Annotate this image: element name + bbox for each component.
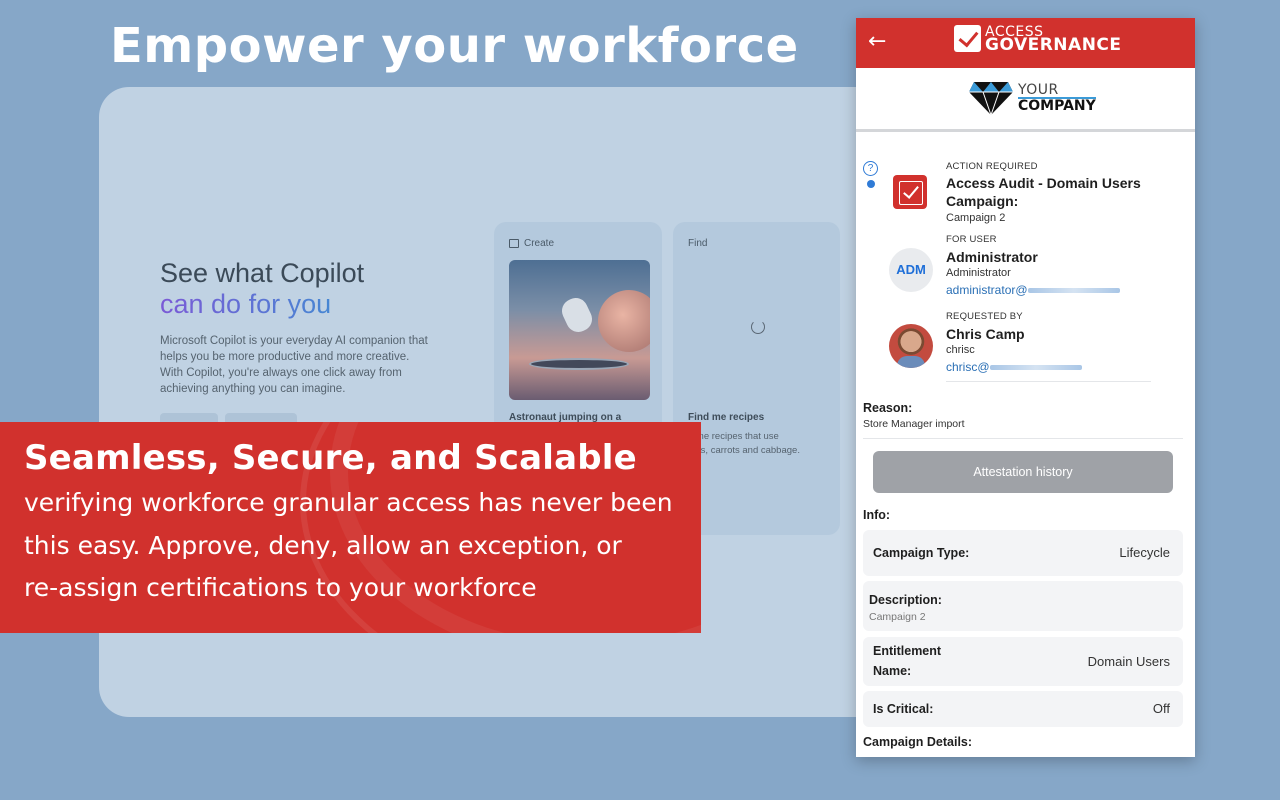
- loading-spinner-icon: [751, 320, 765, 334]
- copilot-title-line1: See what Copilot: [160, 258, 365, 288]
- reason-value: Store Manager import: [863, 418, 965, 430]
- campaign-type-key: Campaign Type:: [873, 546, 970, 560]
- company-bottom: COMPANY: [1018, 97, 1096, 114]
- description-row: Description: Campaign 2: [863, 581, 1183, 631]
- campaign-type-value: Lifecycle: [1119, 545, 1170, 560]
- is-critical-value: Off: [1152, 701, 1170, 716]
- redacted-text: [1027, 288, 1120, 294]
- entitlement-key: Entitlement Name:: [873, 644, 942, 678]
- requester-name: Chris Camp: [946, 326, 1025, 342]
- astronaut-image: [509, 260, 650, 400]
- page-headline: Empower your workforce: [110, 18, 799, 74]
- banner-line: verifying workforce granular access has …: [24, 488, 673, 517]
- user-avatar: ADM: [889, 248, 933, 292]
- description-value: Campaign 2: [869, 611, 926, 623]
- divider: [863, 438, 1183, 439]
- diamond-icon: [969, 82, 1013, 116]
- access-governance-logo: ACCESS GOVERNANCE: [954, 25, 1122, 55]
- user-email-link[interactable]: administrator@: [946, 283, 1120, 297]
- create-tile-label: Create: [524, 238, 555, 249]
- requester-email-link[interactable]: chrisc@: [946, 360, 1082, 374]
- campaign-title: Access Audit - Domain Users Campaign:: [946, 175, 1141, 209]
- action-required-label: ACTION REQUIRED: [946, 161, 1038, 172]
- image-icon: [509, 239, 519, 248]
- app-header: ← ACCESS GOVERNANCE: [856, 18, 1195, 68]
- feature-banner: Seamless, Secure, and Scalable verifying…: [0, 422, 701, 633]
- company-top: YOUR: [1018, 82, 1059, 98]
- help-icon[interactable]: ?: [863, 161, 878, 176]
- campaign-details-label: Campaign Details:: [863, 735, 973, 749]
- checkmark-logo-icon: [954, 25, 981, 52]
- requester-login: chrisc: [946, 344, 975, 356]
- company-logo: YOUR COMPANY: [968, 80, 1096, 116]
- app-panel: ← ACCESS GOVERNANCE YOUR COMPANY ? ACTIO…: [856, 18, 1195, 757]
- user-name: Administrator: [946, 249, 1038, 265]
- copilot-description: Microsoft Copilot is your everyday AI co…: [160, 335, 428, 395]
- description-key: Description:: [869, 593, 942, 607]
- banner-title: Seamless, Secure, and Scalable: [24, 438, 637, 478]
- find-tile-label: Find: [688, 238, 708, 249]
- info-label: Info:: [863, 508, 891, 522]
- unread-dot-icon: [867, 180, 875, 188]
- campaign-subtitle: Campaign 2: [946, 212, 1006, 224]
- requester-avatar: [889, 324, 933, 368]
- banner-line: re-assign certifications to your workfor…: [24, 573, 537, 602]
- find-tile-subtext: d me recipes that use ions, carrots and …: [688, 431, 800, 456]
- back-arrow-icon[interactable]: ←: [868, 29, 886, 54]
- is-critical-row: Is Critical: Off: [863, 691, 1183, 727]
- divider: [946, 381, 1151, 382]
- user-email: administrator@: [946, 283, 1028, 297]
- banner-line: this easy. Approve, deny, allow an excep…: [24, 531, 622, 560]
- user-role: Administrator: [946, 267, 1011, 279]
- requested-by-label: REQUESTED BY: [946, 311, 1023, 322]
- entitlement-row: Entitlement Name: Domain Users: [863, 637, 1183, 686]
- company-logo-area: YOUR COMPANY: [856, 68, 1195, 132]
- requester-email: chrisc@: [946, 360, 990, 374]
- copilot-title-line2: can do for you: [160, 289, 364, 320]
- campaign-type-row: Campaign Type: Lifecycle: [863, 530, 1183, 576]
- is-critical-key: Is Critical:: [873, 702, 934, 716]
- entitlement-value: Domain Users: [1087, 654, 1170, 669]
- checkbox-app-icon: [893, 175, 927, 209]
- attestation-history-button[interactable]: Attestation history: [873, 451, 1173, 493]
- brand-bottom: GOVERNANCE: [985, 34, 1122, 55]
- for-user-label: FOR USER: [946, 234, 997, 245]
- copilot-title: See what Copilot can do for you: [160, 258, 364, 320]
- reason-label: Reason:: [863, 401, 913, 415]
- redacted-text: [989, 365, 1082, 371]
